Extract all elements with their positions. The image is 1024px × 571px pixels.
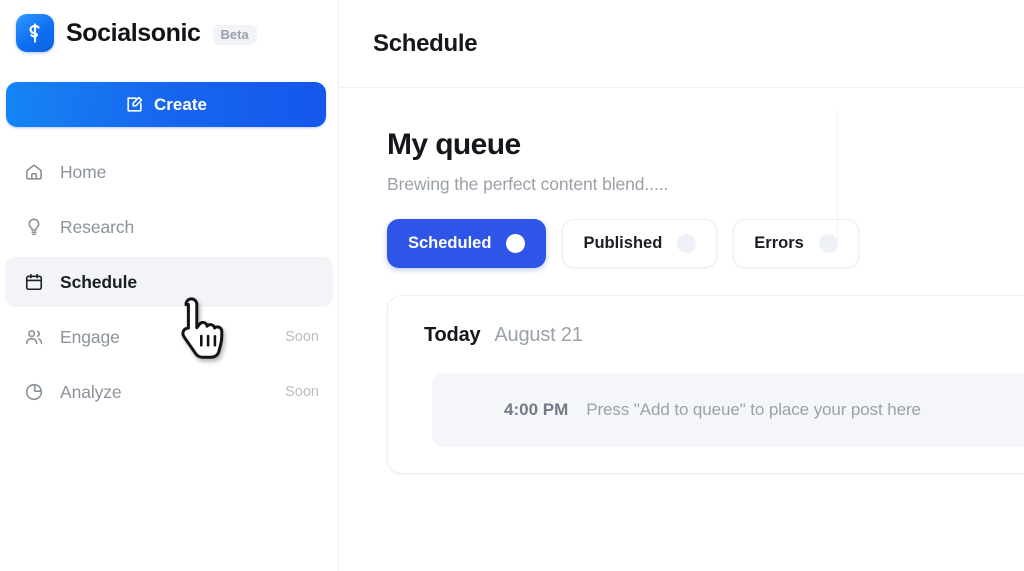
edit-square-pencil-icon xyxy=(125,95,144,114)
sidebar-item-label: Research xyxy=(60,216,135,237)
sidebar: Socialsonic Beta Create Home Research Sc… xyxy=(0,0,339,571)
sidebar-item-home[interactable]: Home xyxy=(5,147,333,197)
calendar-icon xyxy=(23,272,44,293)
tab-label: Errors xyxy=(754,234,804,252)
decorative-divider xyxy=(837,110,838,240)
day-header: Today August 21 xyxy=(424,324,1024,347)
day-today-label: Today xyxy=(424,324,481,346)
queue-title: My queue xyxy=(387,128,521,161)
sidebar-item-research[interactable]: Research xyxy=(5,202,333,252)
sidebar-nav: Home Research Schedule Engage Soon Analy… xyxy=(0,147,338,417)
lightbulb-icon xyxy=(23,217,44,238)
queue-slot[interactable]: 4:00 PM Press "Add to queue" to place yo… xyxy=(432,373,1024,447)
users-icon xyxy=(23,327,44,348)
brand-name: Socialsonic xyxy=(66,18,201,47)
tab-scheduled[interactable]: Scheduled xyxy=(387,219,547,268)
queue-section: My queue Brewing the perfect content ble… xyxy=(339,88,1024,474)
sidebar-item-analyze[interactable]: Analyze Soon xyxy=(5,367,333,417)
tab-errors[interactable]: Errors xyxy=(733,219,859,268)
create-button-label: Create xyxy=(154,94,207,114)
home-icon xyxy=(23,162,44,183)
sidebar-item-label: Engage xyxy=(60,326,120,347)
tab-label: Scheduled xyxy=(408,234,492,252)
slot-placeholder-text: Press "Add to queue" to place your post … xyxy=(586,400,921,419)
sidebar-item-schedule[interactable]: Schedule xyxy=(5,257,333,307)
pie-chart-icon xyxy=(23,382,44,403)
queue-tabs: Scheduled Published Errors xyxy=(387,219,1024,268)
sidebar-item-label: Schedule xyxy=(60,271,138,292)
app-root: Socialsonic Beta Create Home Research Sc… xyxy=(0,0,1024,571)
main-content: Schedule My queue Brewing the perfect co… xyxy=(339,0,1024,571)
create-button[interactable]: Create xyxy=(6,82,326,127)
queue-day-card: Today August 21 4:00 PM Press "Add to qu… xyxy=(387,295,1024,474)
tab-count-dot xyxy=(818,234,838,253)
beta-badge: Beta xyxy=(212,25,257,45)
sidebar-item-soon-badge: Soon xyxy=(285,384,319,400)
main-header: Schedule xyxy=(339,0,1024,88)
tab-label: Published xyxy=(583,234,663,252)
tab-count-dot xyxy=(677,234,697,253)
page-title: Schedule xyxy=(373,29,478,57)
brand: Socialsonic Beta xyxy=(0,0,338,66)
queue-subtitle: Brewing the perfect content blend..... xyxy=(387,174,669,194)
day-date: August 21 xyxy=(494,324,583,346)
tab-published[interactable]: Published xyxy=(562,219,718,268)
sidebar-item-label: Analyze xyxy=(60,381,122,402)
socialsonic-s-logo-icon xyxy=(16,14,54,52)
sidebar-item-label: Home xyxy=(60,161,107,182)
tab-count-dot xyxy=(506,234,526,253)
sidebar-item-engage[interactable]: Engage Soon xyxy=(5,312,333,362)
slot-time: 4:00 PM xyxy=(504,400,569,419)
sidebar-item-soon-badge: Soon xyxy=(285,329,319,345)
